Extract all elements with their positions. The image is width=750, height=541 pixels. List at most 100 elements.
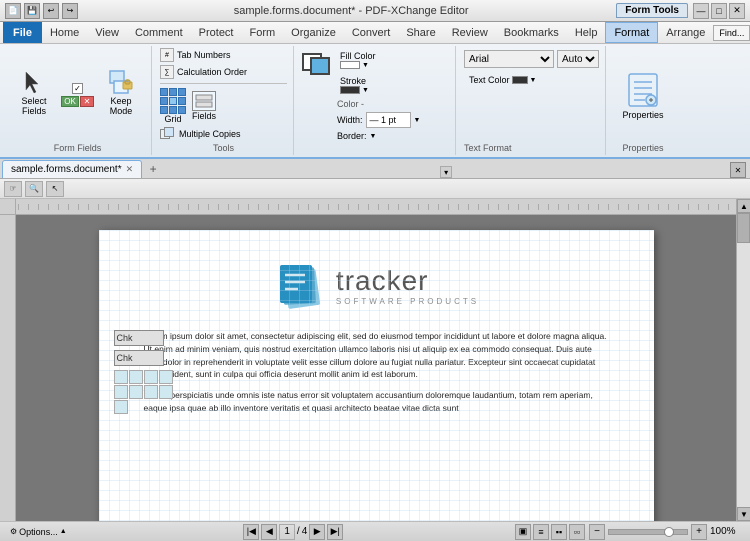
continuous-btn[interactable]: ≡ [533,524,549,540]
zoom-in-btn[interactable]: + [691,524,707,540]
properties-label: Properties [622,110,663,120]
form-tools-tab[interactable]: Form Tools [616,3,688,18]
divider [160,83,287,84]
app-icon: 📄 [5,3,21,19]
menu-home[interactable]: Home [42,22,87,43]
grid-cell-4[interactable] [159,370,173,384]
tab-center-area: ▾ [162,166,730,178]
zoom-slider[interactable] [608,529,688,535]
zoom-out-btn[interactable]: − [589,524,605,540]
nav-center: |◀ ◀ 1 / 4 ▶ ▶| [76,524,511,540]
scroll-up-btn[interactable]: ▲ [737,199,750,213]
multiple-copies-row: Multiple Copies [160,127,287,141]
font-family-select[interactable]: Arial [464,50,554,68]
checkbox-label-2: Chk [117,353,133,363]
fill-dropdown-icon: ▼ [362,62,369,69]
width-input[interactable]: — 1 pt [366,112,411,128]
menu-file[interactable]: File [3,22,42,43]
select-tool-btn[interactable]: ↖ [46,181,64,197]
tab-numbers-label[interactable]: Tab Numbers [177,50,231,60]
collapse-btn[interactable]: ▾ [440,166,452,178]
fields-button[interactable]: Fields [192,91,216,121]
menu-bar: File Home View Comment Protect Form Orga… [0,22,750,44]
grid-button[interactable]: Grid [160,88,186,124]
hand-tool-btn[interactable]: ☞ [4,181,22,197]
border-dropdown[interactable]: ▼ [370,133,377,140]
undo-icon[interactable]: ↩ [43,3,59,19]
grid-cell-5[interactable] [114,385,128,399]
facing-btn[interactable]: ▪▪ [551,524,567,540]
properties-content: Properties [615,48,671,141]
options-button[interactable]: ⚙ Options... ▲ [5,525,72,539]
properties-button[interactable]: Properties [615,67,671,123]
menu-convert[interactable]: Convert [344,22,399,43]
width-dropdown[interactable]: ▼ [414,117,421,124]
tab-bar: sample.forms.document* ✕ + ▾ ✕ [0,159,750,179]
search-area: Find... [713,24,750,42]
scrollbar-vertical[interactable]: ▲ ▼ [736,199,750,521]
first-page-btn[interactable]: |◀ [243,524,259,540]
stroke-color-button[interactable]: Stroke ▼ [337,74,451,96]
quick-access[interactable]: 💾 [24,3,40,19]
menu-bookmarks[interactable]: Bookmarks [496,22,567,43]
checkbox-field-2[interactable]: Chk [114,350,164,366]
grid-cell-6[interactable] [129,385,143,399]
document-tab[interactable]: sample.forms.document* ✕ [2,160,142,178]
grid-cell-3[interactable] [144,370,158,384]
multiple-copies-label[interactable]: Multiple Copies [179,129,241,139]
text-color-button[interactable]: Text Color ▼ [464,72,541,88]
menu-view[interactable]: View [87,22,127,43]
prev-page-btn[interactable]: ◀ [261,524,277,540]
minimize-btn[interactable]: — [693,3,709,19]
next-page-btn[interactable]: ▶ [309,524,325,540]
keep-mode-button[interactable]: KeepMode [97,65,145,125]
menu-form[interactable]: Form [242,22,284,43]
redo-icon[interactable]: ↪ [62,3,78,19]
check-symbol: ✓ [72,83,83,94]
copies-icon [160,127,176,141]
menu-format[interactable]: Format [605,22,658,43]
scroll-down-btn[interactable]: ▼ [737,507,750,521]
grid-cell-7[interactable] [144,385,158,399]
body-text: Lorem ipsum dolor sit amet, consectetur … [144,330,609,415]
current-page: 1 [284,526,290,537]
paragraph-1: Lorem ipsum dolor sit amet, consectetur … [144,330,609,381]
border-row: Border: ▼ [337,131,451,141]
calc-order-label[interactable]: Calculation Order [177,67,247,77]
checkbox-field-1[interactable]: Chk [114,330,164,346]
scroll-thumb[interactable] [737,213,750,243]
new-tab-btn[interactable]: + [144,160,162,178]
zoom-tool-btn[interactable]: 🔍 [25,181,43,197]
document-view[interactable]: tracker SOFTWARE PRODUCTS Chk Chk [16,199,736,521]
zoom-thumb[interactable] [664,527,674,537]
grid-cell-1[interactable] [114,370,128,384]
grid-cell-9[interactable] [114,400,128,414]
menu-comment[interactable]: Comment [127,22,191,43]
border-label: Border: [337,131,367,141]
grid-cell-8[interactable] [159,385,173,399]
single-page-btn[interactable]: ▣ [515,524,531,540]
find-btn[interactable]: Find... [713,25,750,41]
tab-close-btn[interactable]: ✕ [126,164,134,175]
grid-cell-2[interactable] [129,370,143,384]
menu-arrange[interactable]: Arrange [658,22,713,43]
page-info: 1 / 4 [279,524,307,540]
menu-review[interactable]: Review [444,22,496,43]
menu-protect[interactable]: Protect [191,22,242,43]
select-fields-button[interactable]: SelectFields [10,65,58,125]
maximize-btn[interactable]: □ [711,3,727,19]
menu-organize[interactable]: Organize [283,22,344,43]
stroke-dropdown-icon: ▼ [362,87,369,94]
facing-cont-btn[interactable]: ▫▫ [569,524,585,540]
scroll-track[interactable] [737,213,750,507]
menu-share[interactable]: Share [398,22,443,43]
font-size-select[interactable]: Auto [557,50,599,68]
window-close-btn[interactable]: ✕ [730,162,746,178]
menu-help[interactable]: Help [567,22,606,43]
fill-color-button[interactable]: Fill Color ▼ [337,49,451,71]
page-navigation: |◀ ◀ 1 / 4 ▶ ▶| [243,524,343,540]
page-number-input[interactable]: 1 [279,524,295,540]
last-page-btn[interactable]: ▶| [327,524,343,540]
tab-numbers-icon: # [160,48,174,62]
close-btn[interactable]: ✕ [729,3,745,19]
